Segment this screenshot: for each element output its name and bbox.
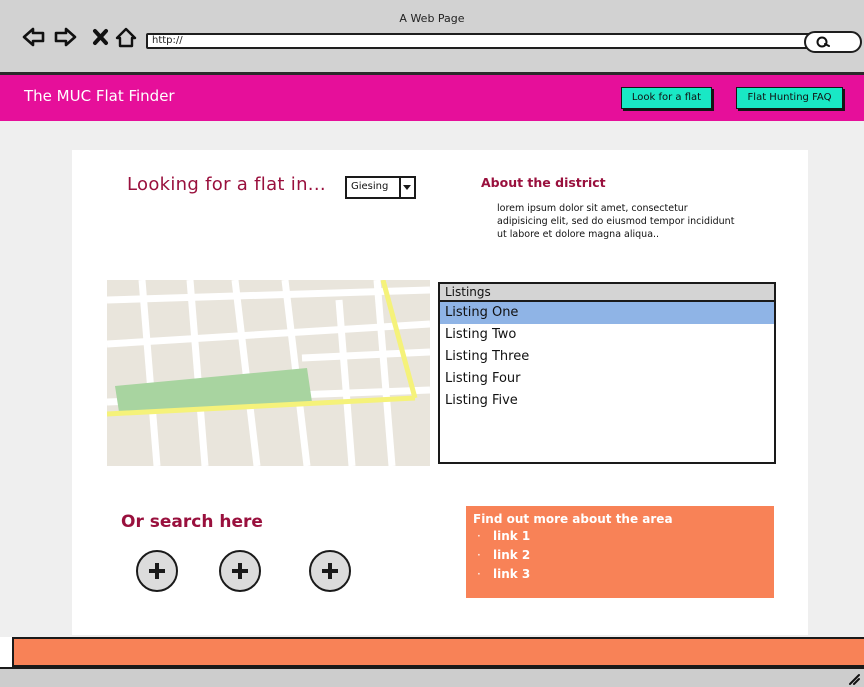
browser-status-bar xyxy=(0,667,864,687)
home-icon[interactable] xyxy=(114,26,138,48)
faq-button[interactable]: Flat Hunting FAQ xyxy=(736,87,843,109)
site-title[interactable]: The MUC Flat Finder xyxy=(24,87,175,105)
alt-search-heading: Or search here xyxy=(121,512,263,532)
list-item[interactable]: Listing One xyxy=(440,302,774,324)
area-link-label[interactable]: link 3 xyxy=(493,567,530,581)
list-item[interactable]: Listing Three xyxy=(440,346,774,368)
forward-arrow-icon[interactable] xyxy=(53,26,77,48)
window-title: A Web Page xyxy=(399,12,465,25)
bullet-icon: · xyxy=(477,548,481,562)
area-link-label[interactable]: link 1 xyxy=(493,529,530,543)
browser-chrome: A Web Page http:// xyxy=(0,0,864,75)
bullet-icon: · xyxy=(477,567,481,581)
page-footer xyxy=(12,637,864,667)
search-heading: Looking for a flat in... xyxy=(127,174,326,195)
add-search-button-1[interactable] xyxy=(136,550,178,592)
bullet-icon: · xyxy=(477,529,481,543)
about-district-title: About the district xyxy=(481,175,606,190)
chevron-down-icon xyxy=(403,185,411,190)
add-search-button-2[interactable] xyxy=(219,550,261,592)
area-link-2[interactable]: · link 2 xyxy=(473,546,774,565)
add-search-button-3[interactable] xyxy=(309,550,351,592)
list-item[interactable]: Listing Four xyxy=(440,368,774,390)
area-link-1[interactable]: · link 1 xyxy=(473,527,774,546)
search-icon xyxy=(816,36,830,48)
close-icon[interactable] xyxy=(90,26,114,48)
about-district-text: lorem ipsum dolor sit amet, consectetur … xyxy=(497,203,735,240)
list-item[interactable]: Listing Five xyxy=(440,390,774,412)
dropdown-toggle[interactable] xyxy=(399,178,414,197)
area-link-label[interactable]: link 2 xyxy=(493,548,530,562)
back-arrow-icon[interactable] xyxy=(22,26,46,48)
listings-header: Listings xyxy=(440,284,774,302)
url-input[interactable]: http:// xyxy=(146,33,822,49)
area-info-box: Find out more about the area · link 1 · li… xyxy=(466,506,774,598)
list-item[interactable]: Listing Two xyxy=(440,324,774,346)
look-for-flat-button[interactable]: Look for a flat xyxy=(621,87,712,109)
district-map[interactable] xyxy=(107,280,430,466)
area-info-title: Find out more about the area xyxy=(473,512,673,526)
listings-panel[interactable]: Listings Listing One Listing Two Listing… xyxy=(438,282,776,464)
district-select-value: Giesing xyxy=(351,181,389,192)
resize-grip-icon[interactable] xyxy=(846,671,860,685)
site-header: The MUC Flat Finder Look for a flat Flat… xyxy=(0,75,864,121)
district-select[interactable]: Giesing xyxy=(345,176,416,199)
browser-search-button[interactable] xyxy=(804,31,862,53)
area-link-3[interactable]: · link 3 xyxy=(473,565,774,584)
